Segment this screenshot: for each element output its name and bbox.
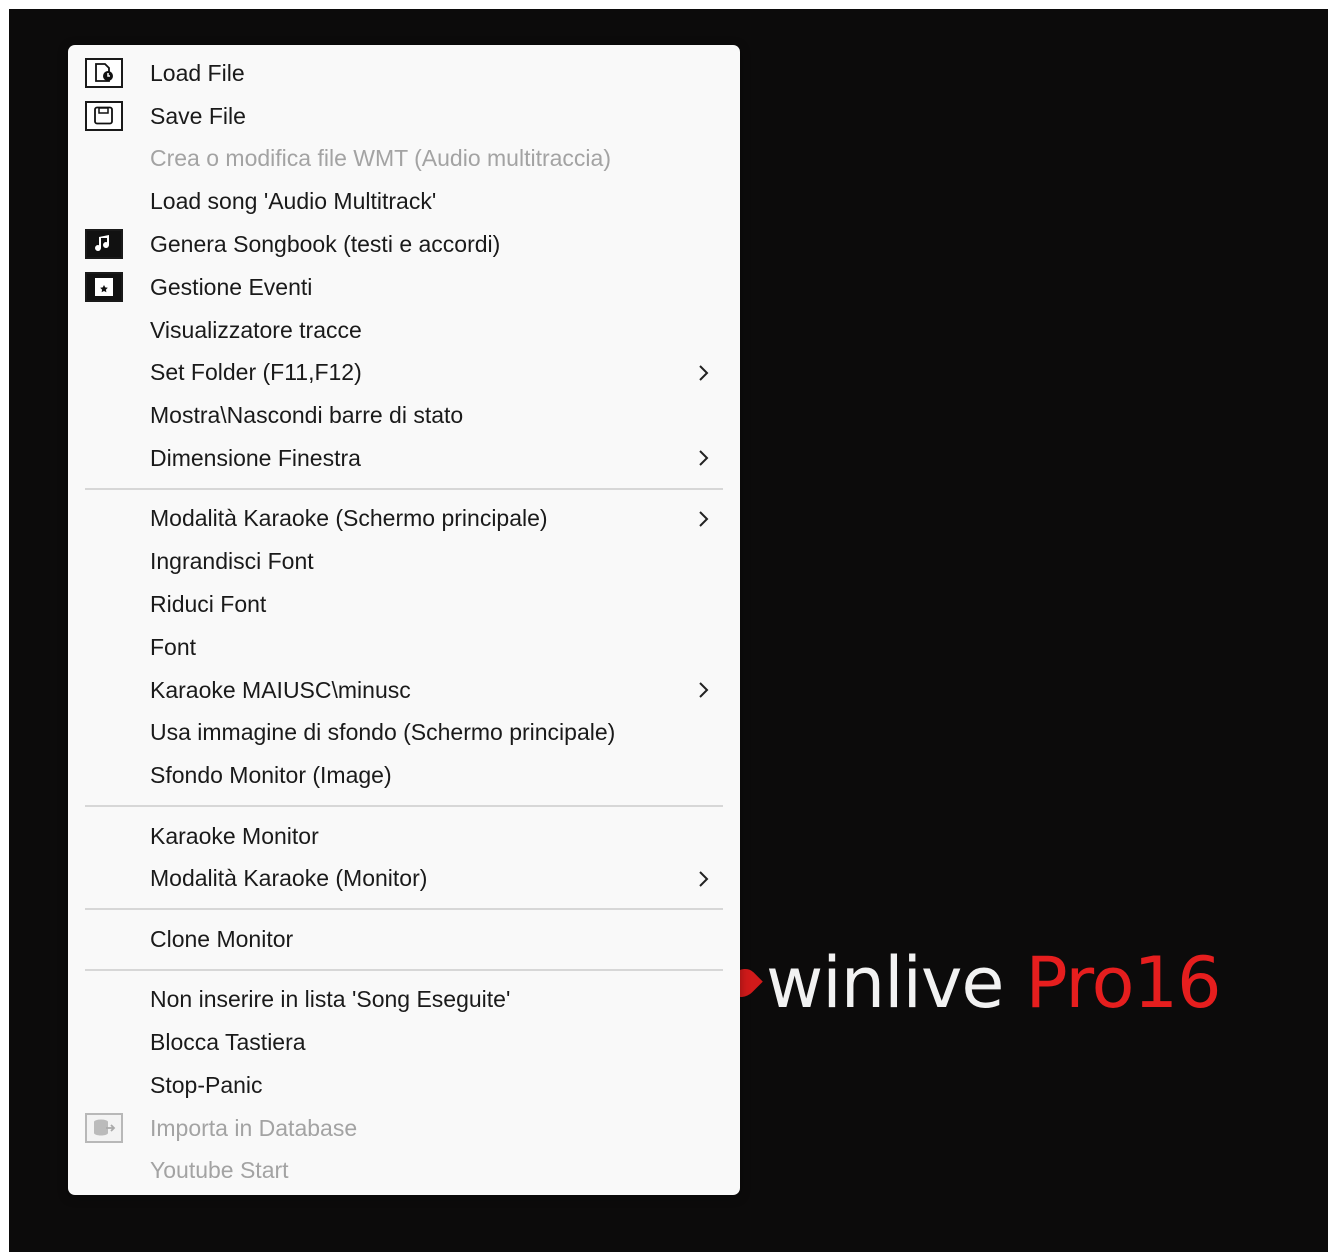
chevron-right-icon <box>694 362 714 384</box>
winlive-logo: winlive Pro16 <box>723 938 1222 1028</box>
menu-item-label: Sfondo Monitor (Image) <box>150 762 392 789</box>
menu-item-28: Youtube Start <box>68 1150 740 1193</box>
database-import-icon <box>85 1112 123 1143</box>
menu-item-label: Youtube Start <box>150 1157 289 1184</box>
menu-item-9[interactable]: Dimensione Finestra <box>68 437 740 480</box>
menu-item-label: Genera Songbook (testi e accordi) <box>150 231 501 258</box>
menu-item-label: Karaoke MAIUSC\minusc <box>150 676 411 703</box>
menu-item-label: Dimensione Finestra <box>150 445 361 472</box>
chevron-right-icon <box>694 508 714 530</box>
menu-item-label: Modalità Karaoke (Monitor) <box>150 865 428 892</box>
menu-item-27: Importa in Database <box>68 1107 740 1150</box>
menu-item-25[interactable]: Blocca Tastiera <box>68 1021 740 1064</box>
menu-item-22[interactable]: Clone Monitor <box>68 918 740 961</box>
menu-item-2: Crea o modifica file WMT (Audio multitra… <box>68 138 740 181</box>
songbook-icon <box>85 229 123 260</box>
menu-item-label: Load File <box>150 59 245 86</box>
menu-separator <box>68 961 740 979</box>
menu-item-26[interactable]: Stop-Panic <box>68 1064 740 1107</box>
menu-separator <box>68 797 740 815</box>
menu-item-label: Mostra\Nascondi barre di stato <box>150 402 464 429</box>
menu-item-label: Font <box>150 633 197 660</box>
menu-item-0[interactable]: Load File <box>68 52 740 95</box>
menu-item-label: Ingrandisci Font <box>150 548 314 575</box>
menu-item-1[interactable]: Save File <box>68 95 740 138</box>
menu-item-3[interactable]: Load song 'Audio Multitrack' <box>68 180 740 223</box>
menu-item-label: Usa immagine di sfondo (Schermo principa… <box>150 719 616 746</box>
menu-item-24[interactable]: Non inserire in lista 'Song Eseguite' <box>68 978 740 1021</box>
menu-item-label: Save File <box>150 102 246 129</box>
menu-separator <box>68 900 740 918</box>
menu-separator <box>68 480 740 498</box>
context-menu-list: Load File Save File Crea o modifica file W… <box>68 52 740 1192</box>
menu-item-13[interactable]: Riduci Font <box>68 583 740 626</box>
menu-item-label: Set Folder (F11,F12) <box>150 359 362 386</box>
menu-item-label: Importa in Database <box>150 1114 358 1141</box>
menu-item-label: Modalità Karaoke (Schermo principale) <box>150 505 548 532</box>
logo-name: winlive <box>766 942 1004 1024</box>
menu-item-6[interactable]: Visualizzatore tracce <box>68 309 740 352</box>
load-file-icon <box>85 58 123 88</box>
menu-item-label: Visualizzatore tracce <box>150 316 362 343</box>
chevron-right-icon <box>694 868 714 890</box>
context-menu: Load File Save File Crea o modifica file W… <box>68 45 740 1195</box>
menu-item-17[interactable]: Sfondo Monitor (Image) <box>68 754 740 797</box>
menu-item-label: Crea o modifica file WMT (Audio multitra… <box>150 145 611 172</box>
menu-item-label: Gestione Eventi <box>150 273 313 300</box>
menu-item-19[interactable]: Karaoke Monitor <box>68 815 740 858</box>
menu-item-label: Load song 'Audio Multitrack' <box>150 188 437 215</box>
menu-item-16[interactable]: Usa immagine di sfondo (Schermo principa… <box>68 712 740 755</box>
menu-item-12[interactable]: Ingrandisci Font <box>68 540 740 583</box>
menu-item-7[interactable]: Set Folder (F11,F12) <box>68 352 740 395</box>
logo-edition: Pro16 <box>1025 942 1221 1024</box>
menu-item-15[interactable]: Karaoke MAIUSC\minusc <box>68 669 740 712</box>
menu-item-14[interactable]: Font <box>68 626 740 669</box>
menu-item-20[interactable]: Modalità Karaoke (Monitor) <box>68 858 740 901</box>
chevron-right-icon <box>694 447 714 469</box>
menu-item-label: Karaoke Monitor <box>150 822 319 849</box>
menu-item-label: Blocca Tastiera <box>150 1029 306 1055</box>
menu-item-5[interactable]: Gestione Eventi <box>68 266 740 309</box>
save-file-icon <box>85 100 123 131</box>
menu-item-label: Stop-Panic <box>150 1071 263 1098</box>
menu-item-label: Non inserire in lista 'Song Eseguite' <box>150 986 511 1013</box>
events-calendar-icon <box>85 271 123 302</box>
chevron-right-icon <box>694 679 714 701</box>
menu-item-label: Riduci Font <box>150 591 267 618</box>
menu-item-8[interactable]: Mostra\Nascondi barre di stato <box>68 394 740 437</box>
menu-item-4[interactable]: Genera Songbook (testi e accordi) <box>68 223 740 266</box>
menu-item-11[interactable]: Modalità Karaoke (Schermo principale) <box>68 498 740 541</box>
menu-item-label: Clone Monitor <box>150 925 294 952</box>
